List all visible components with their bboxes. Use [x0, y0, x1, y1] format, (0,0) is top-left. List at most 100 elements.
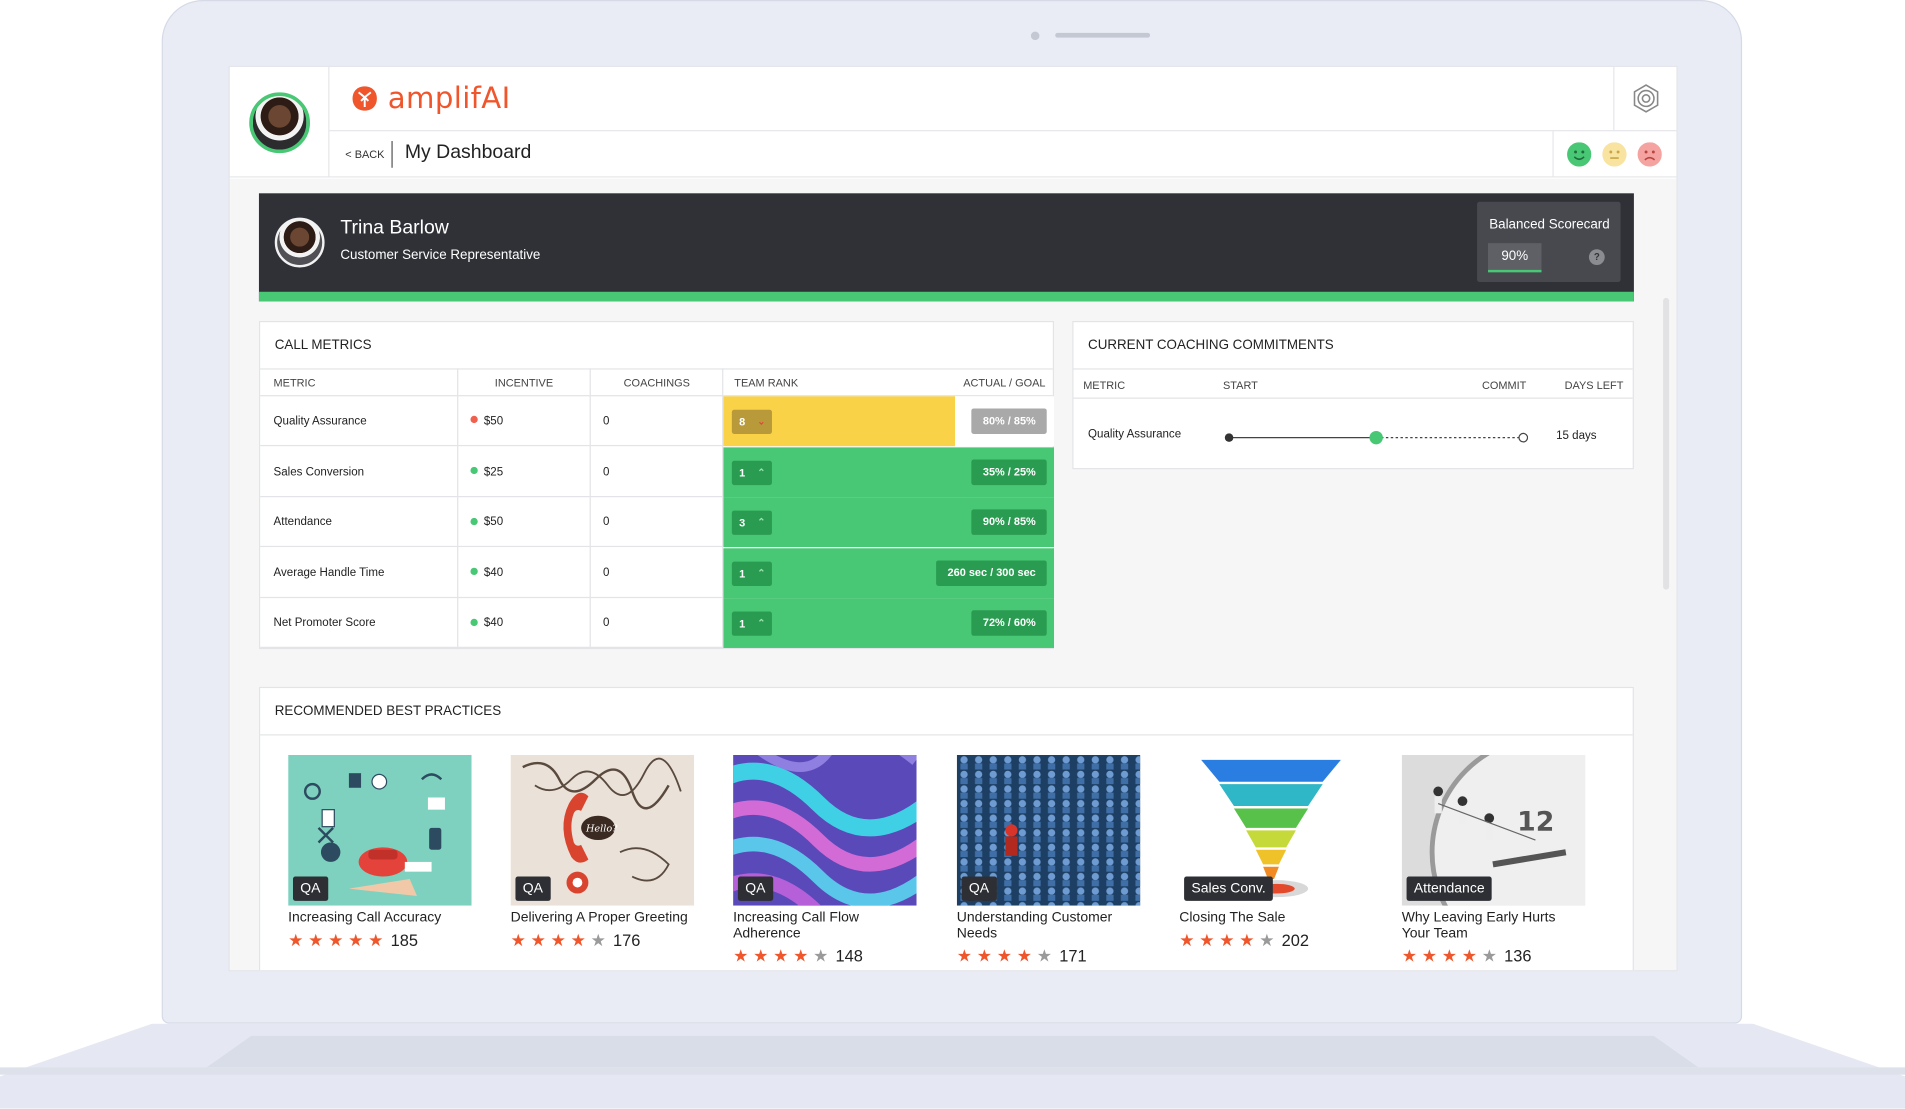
table-row[interactable]: Net Promoter Score $40 0 1 ⌃ 72% / 60% [260, 598, 1055, 649]
star-icon: ★ [308, 930, 324, 950]
incentive-status-dot [470, 517, 478, 525]
incentive-value: $40 [483, 566, 504, 580]
actual-goal-badge: 90% / 85% [971, 509, 1047, 536]
card-category-tag: QA [961, 876, 997, 901]
laptop-base-lip [206, 1035, 1699, 1068]
star-icon: ★ [530, 930, 546, 950]
table-row[interactable]: Quality Assurance $50 0 8 ⌄ 80% / 85% [260, 396, 1055, 447]
card-thumbnail[interactable]: QA [733, 754, 917, 906]
team-rank-badge: 8 ⌄ [731, 409, 772, 435]
card-title[interactable]: Increasing Call Flow Adherence [733, 911, 918, 943]
app-header: amplifAI [329, 67, 1614, 132]
settings-button[interactable] [1613, 66, 1677, 132]
incentive-cell: $50 [470, 396, 503, 445]
scrollbar[interactable] [1663, 297, 1670, 590]
card-thumbnail[interactable]: QA [956, 754, 1141, 906]
column-header-metric: METRIC [273, 376, 316, 390]
rating-count: 171 [1059, 947, 1087, 966]
call-metrics-title: CALL METRICS [274, 337, 372, 353]
best-practice-card[interactable]: Sales Conv. Closing The Sale ★ ★ ★ ★ ★ 202 [1179, 754, 1364, 950]
smiley-happy-icon[interactable] [1567, 142, 1592, 167]
rating-count: 185 [390, 931, 418, 950]
coachings-value: 0 [602, 515, 610, 530]
camera-bar [1055, 32, 1151, 38]
star-icon: ★ [956, 945, 973, 966]
star-icon: ★ [1199, 930, 1215, 950]
breadcrumb-divider [391, 141, 393, 168]
star-icon: ★ [590, 930, 606, 950]
table-row[interactable]: Average Handle Time $40 0 1 ⌃ 260 sec / 300 s… [260, 548, 1055, 598]
card-category-tag: QA [515, 876, 551, 901]
profile-banner: Trina Barlow Customer Service Representa… [258, 193, 1634, 302]
metric-name: Net Promoter Score [273, 616, 376, 631]
star-icon: ★ [1481, 945, 1497, 966]
table-row[interactable]: Attendance $50 0 3 ⌃ 90% / 85% [260, 497, 1055, 548]
coaching-title: CURRENT COACHING COMMITMENTS [1088, 337, 1334, 353]
best-practice-card[interactable]: Hello? QA Delivering A Proper Greeting ★ ★ … [510, 754, 696, 950]
chevron-up-icon: ⌃ [757, 567, 766, 579]
table-row[interactable]: Sales Conversion $25 0 1 ⌃ 35% / 25% [260, 446, 1055, 497]
card-title[interactable]: Closing The Sale [1179, 911, 1364, 927]
incentive-value: $25 [483, 465, 504, 479]
smiley-neutral-icon[interactable] [1602, 142, 1627, 167]
incentive-value: $50 [483, 414, 504, 428]
metric-name: Quality Assurance [273, 414, 367, 428]
card-title[interactable]: Understanding Customer Needs [957, 911, 1142, 943]
star-icon: ★ [1179, 930, 1195, 950]
days-left-value: 15 days [1556, 429, 1597, 443]
star-icon: ★ [793, 945, 809, 966]
slider-start-point [1224, 433, 1234, 442]
column-divider [457, 368, 459, 650]
incentive-status-dot [470, 416, 478, 424]
back-link[interactable]: < BACK [345, 148, 384, 160]
rating-count: 148 [835, 947, 863, 966]
coaching-progress-slider[interactable] [1224, 430, 1529, 445]
card-rating: ★ ★ ★ ★ ★ 176 [511, 931, 696, 949]
svg-text:Hello?: Hello? [585, 824, 618, 835]
coaching-commitments-panel: CURRENT COACHING COMMITMENTS METRIC STAR… [1072, 320, 1634, 470]
best-practice-card[interactable]: QA Understanding Customer Needs ★ ★ ★ ★ ★ … [956, 754, 1142, 966]
star-icon: ★ [1016, 945, 1033, 966]
rating-count: 176 [613, 931, 641, 950]
best-practice-card[interactable]: QA Increasing Call Flow Adherence ★ ★ ★ ★ … [733, 754, 918, 966]
smiley-sad-icon[interactable] [1637, 142, 1662, 167]
card-title[interactable]: Increasing Call Accuracy [288, 911, 473, 927]
incentive-cell: $40 [470, 599, 503, 648]
incentive-value: $50 [483, 515, 504, 530]
best-practice-card[interactable]: QA Increasing Call Accuracy ★ ★ ★ ★ ★ 185 [288, 754, 473, 950]
best-practice-card[interactable]: 12 Attendance Why Leaving Early Hurts Your… [1401, 754, 1587, 965]
column-header-coachings: COACHINGS [623, 376, 690, 390]
card-title[interactable]: Delivering A Proper Greeting [511, 911, 696, 927]
user-avatar[interactable] [249, 92, 311, 154]
card-rating: ★ ★ ★ ★ ★ 185 [288, 931, 473, 949]
star-icon: ★ [1401, 945, 1417, 966]
chevron-up-icon: ⌃ [757, 618, 766, 629]
star-icon: ★ [1421, 945, 1437, 966]
star-icon: ★ [813, 945, 829, 966]
card-category-tag: Attendance [1406, 876, 1492, 901]
user-avatar-box [229, 66, 330, 178]
star-icon: ★ [1259, 930, 1275, 950]
actual-goal-badge: 72% / 60% [971, 610, 1047, 637]
panel-divider [260, 734, 1633, 736]
card-rating: ★ ★ ★ ★ ★ 202 [1179, 931, 1364, 949]
help-icon[interactable]: ? [1588, 249, 1605, 266]
coachings-value: 0 [602, 465, 610, 479]
card-thumbnail[interactable]: QA [288, 754, 472, 906]
card-rating: ★ ★ ★ ★ ★ 136 [1402, 947, 1587, 965]
incentive-status-dot [470, 618, 478, 626]
card-thumbnail[interactable]: 12 Attendance [1401, 754, 1586, 906]
team-rank-badge: 1 ⌃ [731, 611, 772, 637]
chevron-down-icon: ⌄ [757, 415, 766, 427]
card-category-tag: QA [737, 876, 773, 901]
chevron-up-icon: ⌃ [757, 466, 766, 478]
slider-handle[interactable] [1369, 430, 1383, 445]
card-thumbnail[interactable]: Hello? QA [510, 754, 695, 906]
team-rank-value: 8 [739, 415, 746, 428]
card-thumbnail[interactable]: Sales Conv. [1179, 754, 1363, 906]
rating-count: 202 [1281, 931, 1310, 950]
star-icon: ★ [976, 945, 993, 966]
star-icon: ★ [996, 945, 1013, 966]
balanced-scorecard[interactable]: Balanced Scorecard 90% ? [1477, 201, 1621, 283]
card-title[interactable]: Why Leaving Early Hurts Your Team [1402, 911, 1587, 943]
